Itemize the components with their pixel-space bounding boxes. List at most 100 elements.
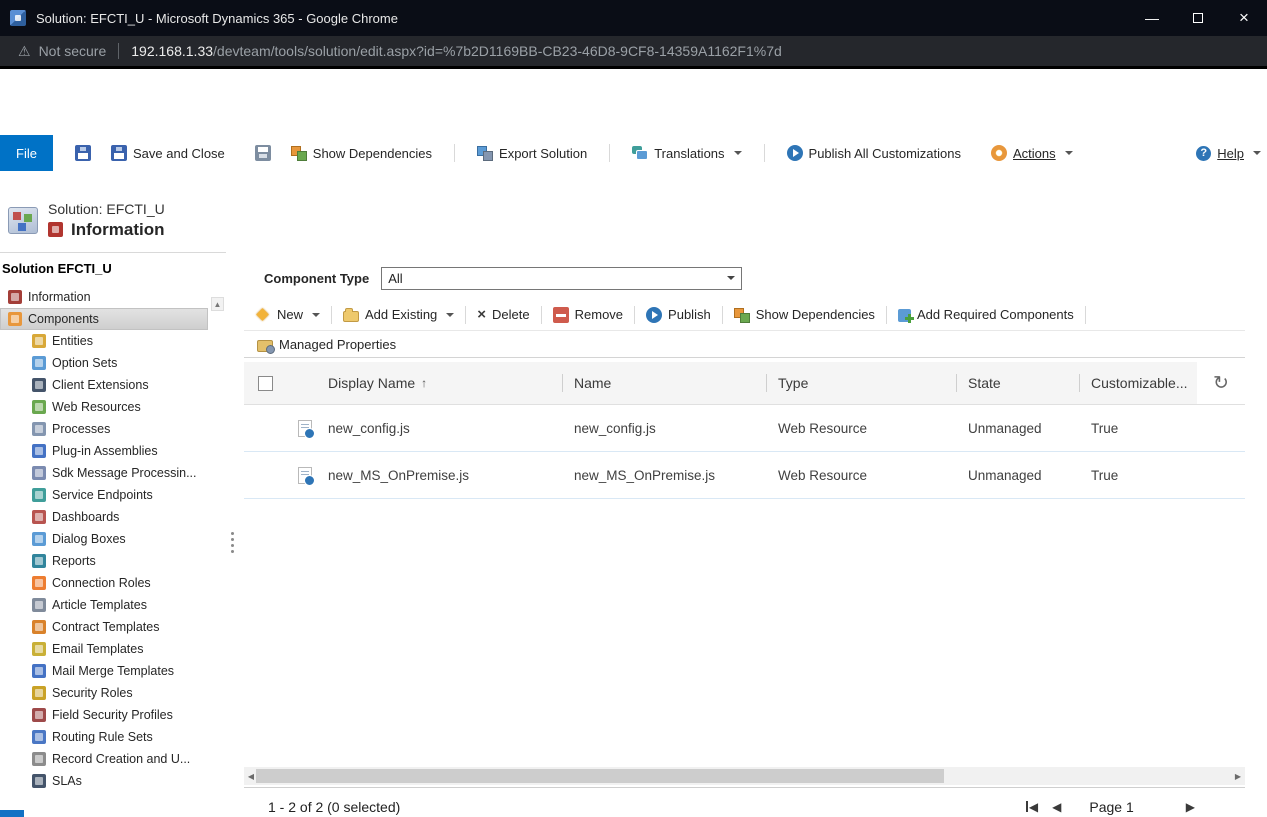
table-row[interactable]: new_config.js new_config.js Web Resource… [244,405,1245,452]
sidebar-item[interactable]: Email Templates [0,638,208,660]
url-path: /devteam/tools/solution/edit.aspx?id=%7b… [213,43,782,59]
grid-body: new_config.js new_config.js Web Resource… [244,405,1245,499]
sidebar-item[interactable]: Article Templates [0,594,208,616]
managed-properties-button[interactable]: Managed Properties [248,332,405,357]
connection-roles-icon [32,576,46,590]
cell-display-name: new_MS_OnPremise.js [326,468,562,483]
sidebar-item[interactable]: Contract Templates [0,616,208,638]
refresh-icon[interactable]: ↻ [1213,372,1229,395]
sidebar-item[interactable]: Service Endpoints [0,484,208,506]
print-button[interactable] [245,135,281,171]
component-type-select[interactable]: All [381,267,742,290]
close-button[interactable]: × [1221,0,1267,36]
sidebar-item-label: Dialog Boxes [52,532,126,546]
sidebar-scroll-up-button[interactable]: ▲ [211,297,224,311]
sidebar-item[interactable]: Entities [0,330,208,352]
not-secure-warning-icon[interactable]: ⚠ [18,43,31,60]
first-page-button[interactable]: ◀ [1026,800,1038,814]
page-header: Solution: EFCTI_U Information [0,192,165,248]
translations-icon [632,145,648,161]
cell-customizable: True [1079,468,1197,483]
reports-icon [32,554,46,568]
export-solution-button[interactable]: Export Solution [467,135,597,171]
column-header-customizable[interactable]: Customizable... [1079,362,1197,404]
sidebar-item[interactable]: Plug-in Assemblies [0,440,208,462]
sidebar-item[interactable]: Connection Roles [0,572,208,594]
show-dependencies-button[interactable]: Show Dependencies [281,135,442,171]
window-controls: — × [1129,0,1267,36]
column-header-state[interactable]: State [956,362,1079,404]
sidebar-item[interactable]: Information [0,286,208,308]
sidebar-item[interactable]: Security Roles [0,682,208,704]
column-header-type[interactable]: Type [766,362,956,404]
sidebar-item[interactable]: Field Security Profiles [0,704,208,726]
toolbar-separator [764,144,765,162]
dynamics-favicon-icon [10,10,26,26]
save-button[interactable] [65,135,101,171]
sidebar-item[interactable]: Processes [0,418,208,440]
remove-button[interactable]: Remove [544,299,632,330]
actions-icon [991,145,1007,161]
sidebar-item[interactable]: Option Sets [0,352,208,374]
publish-all-icon [787,145,803,161]
previous-page-button[interactable]: ◀ [1052,800,1061,814]
column-header-display-name[interactable]: Display Name↑ [326,362,562,404]
select-all-checkbox[interactable] [258,376,273,391]
help-icon: ? [1196,146,1211,161]
file-tab[interactable]: File [0,135,53,171]
sidebar-item[interactable]: Web Resources [0,396,208,418]
first-page-icon [1026,801,1028,812]
chevron-down-icon [1253,151,1261,155]
next-page-button[interactable]: ▶ [1186,800,1195,814]
add-existing-button[interactable]: Add Existing [334,299,463,330]
translations-button[interactable]: Translations [622,135,751,171]
sidebar-item[interactable]: Record Creation and U... [0,748,208,770]
toolbar-separator [541,306,542,324]
sidebar-item-label: Service Endpoints [52,488,153,502]
show-dependencies-grid-button[interactable]: Show Dependencies [725,299,884,330]
publish-all-customizations-button[interactable]: Publish All Customizations [777,135,971,171]
scroll-up-icon: ▲ [214,300,222,309]
horizontal-scrollbar[interactable]: ◀ ▶ [244,767,1245,785]
solution-tree: Information Components Entities Option S… [0,286,232,792]
sidebar-item[interactable]: Components [0,308,208,330]
sidebar-item[interactable]: Dialog Boxes [0,528,208,550]
delete-button[interactable]: ×Delete [468,299,538,330]
browser-window: Solution: EFCTI_U - Microsoft Dynamics 3… [0,0,1267,817]
scroll-right-icon[interactable]: ▶ [1231,772,1245,781]
cell-name: new_config.js [562,421,766,436]
toolbar-separator [454,144,455,162]
save-and-close-button[interactable]: Save and Close [101,135,235,171]
sidebar-item[interactable]: Sdk Message Processin... [0,462,208,484]
component-type-value: All [388,271,402,286]
scrollbar-thumb[interactable] [256,769,944,783]
cell-state: Unmanaged [956,468,1079,483]
sidebar-item-label: Sdk Message Processin... [52,466,197,480]
command-bar: File Save and Close Show Dependencies Ex… [0,135,1267,171]
url-omnibox[interactable]: 192.168.1.33/devteam/tools/solution/edit… [131,43,782,59]
address-bar: ⚠ Not secure 192.168.1.33/devteam/tools/… [0,36,1267,69]
sidebar-item[interactable]: Dashboards [0,506,208,528]
not-secure-label[interactable]: Not secure [39,43,107,59]
new-button[interactable]: New [246,299,329,330]
sidebar-item[interactable]: Mail Merge Templates [0,660,208,682]
cell-name: new_MS_OnPremise.js [562,468,766,483]
sidebar-item[interactable]: Routing Rule Sets [0,726,208,748]
maximize-button[interactable] [1175,0,1221,36]
add-required-components-button[interactable]: Add Required Components [889,299,1083,330]
minimize-button[interactable]: — [1129,0,1175,36]
actions-button[interactable]: Actions [981,135,1083,171]
table-row[interactable]: new_MS_OnPremise.js new_MS_OnPremise.js … [244,452,1245,499]
publish-button[interactable]: Publish [637,299,720,330]
sidebar-item-label: Connection Roles [52,576,151,590]
sidebar-item[interactable]: Client Extensions [0,374,208,396]
component-type-row: Component Type All [244,266,1245,290]
sidebar-title: Solution EFCTI_U [0,253,232,286]
column-header-name[interactable]: Name [562,362,766,404]
solution-name-label: Solution: EFCTI_U [48,201,165,217]
help-button[interactable]: ?Help [1186,135,1267,171]
sidebar-item[interactable]: SLAs [0,770,208,792]
sidebar-item[interactable]: Reports [0,550,208,572]
pane-splitter[interactable] [226,252,239,817]
article-templates-icon [32,598,46,612]
